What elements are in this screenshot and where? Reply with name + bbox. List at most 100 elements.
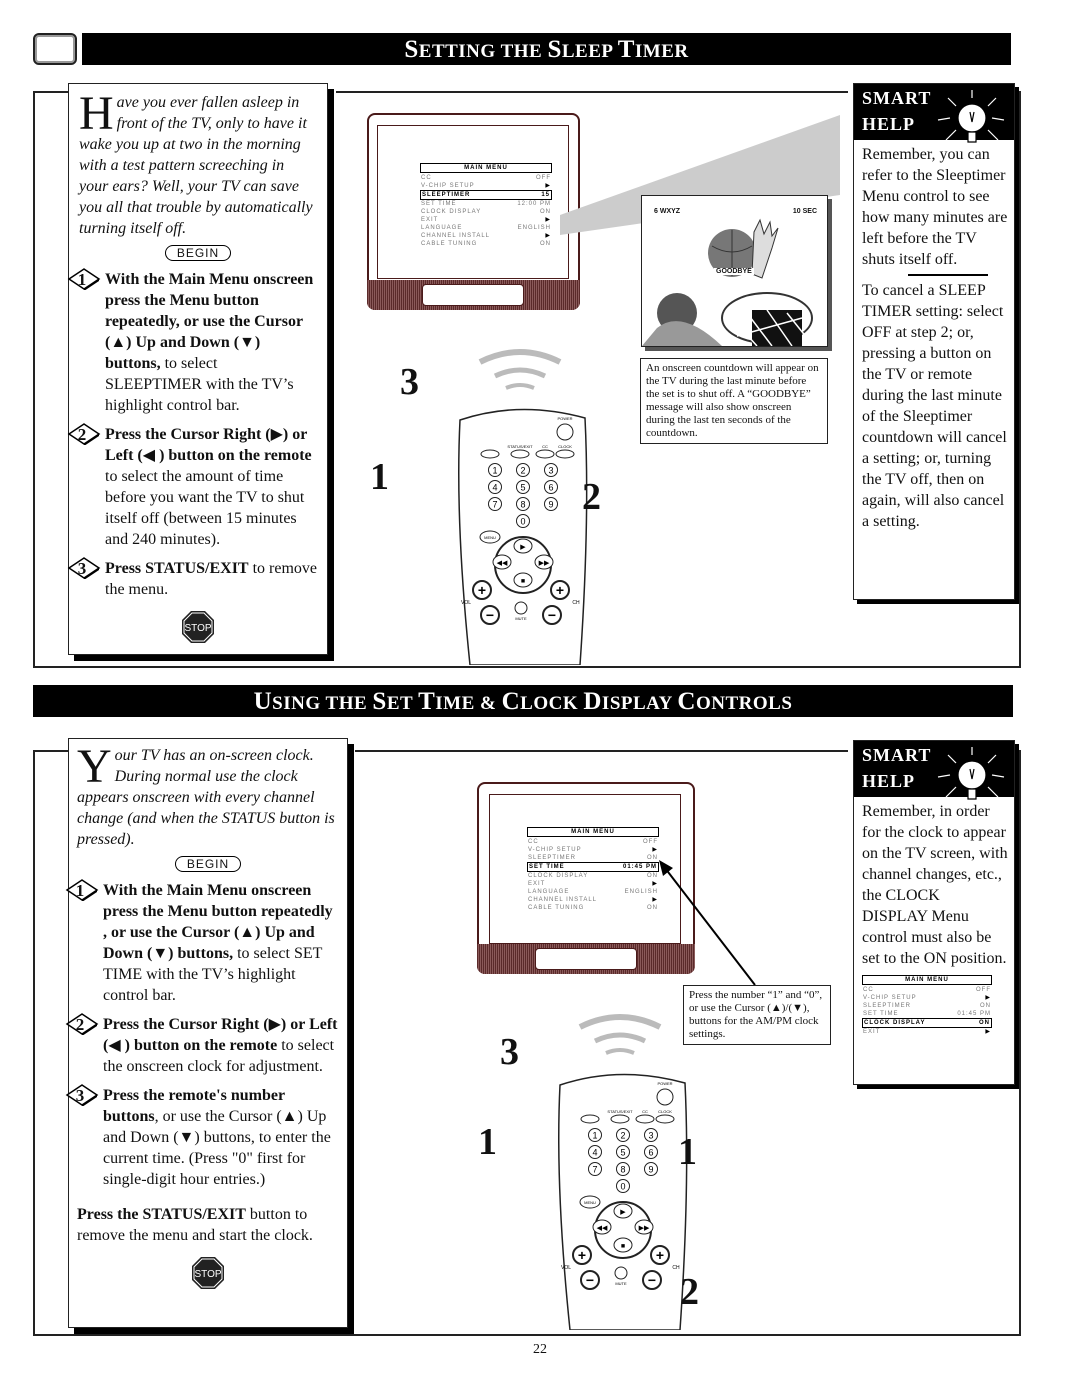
menu-row: CLOCK DISPLAY ON <box>421 209 551 215</box>
svg-text:0: 0 <box>520 517 525 527</box>
goodbye-message: GOODBYE <box>714 268 754 275</box>
menu-header: MAIN MENU <box>420 163 552 173</box>
begin-badge: BEGIN <box>165 245 231 261</box>
remote-button <box>555 449 575 459</box>
svg-text:MUTE: MUTE <box>615 1281 627 1286</box>
svg-text:■: ■ <box>521 578 525 585</box>
remote-control-illustration: POWER STATUS/EXIT CC CLOCK 1 2 3 4 5 6 7 8 9 0 MENU ▶ ◀◀… <box>540 1005 700 1331</box>
svg-text:MUTE: MUTE <box>515 616 527 621</box>
drop-cap: H <box>79 87 114 140</box>
menu-row: CLOCK DISPLAY ON <box>862 1018 992 1028</box>
clock-caption: Press the number “1” and “0”, or use the… <box>683 985 831 1045</box>
section-title-sleep-timer: SETTING THE SLEEP TIMER <box>82 33 1011 65</box>
instructions-panel: H ave you ever fallen asleep in front of… <box>67 83 328 655</box>
smart-help-subtitle: Help <box>862 114 916 134</box>
menu-row: SET TIME 01:45 PM <box>527 862 659 872</box>
svg-text:6: 6 <box>548 483 553 493</box>
remote-button <box>535 449 555 459</box>
menu-row: CHANNEL INSTALL ▶ <box>528 897 658 903</box>
step-number-badge: 2 <box>67 423 101 445</box>
help-text-1: Remember, you can refer to the Sleeptime… <box>862 146 1008 268</box>
svg-text:−: − <box>648 1272 656 1288</box>
step-card-3: 3 <box>400 361 419 403</box>
tv-main-menu: MAIN MENU CC OFF V-CHIP SETUP ▶ SLEEPTIMER ON S… <box>527 827 659 912</box>
pointer-arrow <box>659 860 756 986</box>
svg-text:STATUS/EXIT: STATUS/EXIT <box>507 444 533 449</box>
help-text-2: To cancel a SLEEP TIMER setting: select … <box>862 281 1007 530</box>
step-number-badge: 2 <box>65 1013 99 1035</box>
step-card-1: 1 <box>478 1121 497 1163</box>
menu-row: SET TIME 12:00 PM <box>421 201 551 207</box>
drop-cap: Y <box>77 740 112 793</box>
lightbulb-icon <box>937 90 1005 143</box>
svg-text:CC: CC <box>542 444 548 449</box>
svg-text:−: − <box>486 607 494 623</box>
svg-text:◀◀: ◀◀ <box>597 1225 608 1232</box>
menu-row: V-CHIP SETUP ▶ <box>863 995 991 1001</box>
step-1: 1 With the Main Menu onscreen press the M… <box>65 879 339 1006</box>
intro-body: ave you ever fallen asleep in front of t… <box>79 94 313 237</box>
menu-row: SLEEPTIMER ON <box>528 855 658 861</box>
menu-row: SLEEPTIMER 15 <box>420 190 552 200</box>
svg-text:MENU: MENU <box>584 1200 596 1205</box>
svg-text:+: + <box>478 582 486 598</box>
menu-row: CABLE TUNING ON <box>421 241 551 247</box>
step-card-2: 2 <box>680 1271 699 1313</box>
svg-text:■: ■ <box>621 1243 625 1250</box>
step-2: 2 Press the Cursor Right (▶) or Left (◀ )… <box>65 1013 339 1077</box>
svg-text:9: 9 <box>648 1165 653 1175</box>
menu-row: EXIT ▶ <box>421 217 551 223</box>
channel-label: 6 WXYZ <box>654 208 681 215</box>
step-number-badge: 1 <box>65 879 99 901</box>
svg-text:CLOCK: CLOCK <box>658 1109 672 1114</box>
lightbulb-icon <box>937 747 1005 800</box>
svg-text:▶: ▶ <box>620 1209 626 1216</box>
svg-text:0: 0 <box>620 1182 625 1192</box>
svg-text:2: 2 <box>520 466 525 476</box>
final-instruction: Press the STATUS/EXIT button to remove t… <box>77 1206 313 1244</box>
svg-text:+: + <box>556 582 564 598</box>
menu-row: LANGUAGE ENGLISH <box>421 225 551 231</box>
stop-icon: STOP <box>192 1257 224 1289</box>
smart-help-panel: Smart Help Remember, in order for the cl… <box>853 740 1015 1085</box>
intro-text: Y our TV has an on-screen clock. During … <box>77 740 339 850</box>
remote-button <box>480 449 500 459</box>
intro-text: H ave you ever fallen asleep in front of… <box>79 87 317 239</box>
title-text: USING THE SET TIME & CLOCK DISPLAY CONTR… <box>253 688 793 715</box>
tv-illustration: MAIN MENU CC OFF V-CHIP SETUP ▶ SLEEPTIMER 15 S… <box>367 113 580 310</box>
step-number-badge: 3 <box>65 1084 99 1106</box>
step-card-2: 2 <box>582 476 601 518</box>
svg-text:MENU: MENU <box>484 535 496 540</box>
svg-text:4: 4 <box>492 483 497 493</box>
smart-help-panel: Smart Help Remember, you can refer to th… <box>853 83 1015 600</box>
svg-text:7: 7 <box>492 500 497 510</box>
menu-row: LANGUAGE ENGLISH <box>528 889 658 895</box>
intro-body: our TV has an on-screen clock. During no… <box>77 747 335 848</box>
svg-text:8: 8 <box>520 500 525 510</box>
step-card-1: 1 <box>370 456 389 498</box>
step-3: 3 Press STATUS/EXIT to remove the menu. <box>67 557 317 600</box>
remote-button <box>580 1114 600 1124</box>
begin-badge: BEGIN <box>175 856 241 872</box>
svg-text:+: + <box>578 1247 586 1263</box>
svg-text:−: − <box>586 1272 594 1288</box>
menu-header: MAIN MENU <box>862 975 992 985</box>
remote-button <box>610 1114 630 1124</box>
menu-row: SET TIME 01:45 PM <box>863 1011 991 1017</box>
section-title-set-time: USING THE SET TIME & CLOCK DISPLAY CONTR… <box>33 685 1013 717</box>
svg-text:STOP: STOP <box>194 1269 221 1280</box>
step-3: 3 Press the remote's number buttons, or u… <box>65 1084 339 1190</box>
svg-text:2: 2 <box>620 1131 625 1141</box>
menu-row: SLEEPTIMER ON <box>863 1003 991 1009</box>
svg-text:VOL: VOL <box>561 1265 571 1271</box>
steps-list: 1 With the Main Menu onscreen press the M… <box>65 879 339 1190</box>
step-number-badge: 3 <box>67 557 101 579</box>
steps-list: 1 With the Main Menu onscreen press the M… <box>67 268 317 600</box>
svg-text:CH: CH <box>672 1265 680 1271</box>
svg-text:▶: ▶ <box>520 544 526 551</box>
basketball-player-image <box>642 218 813 346</box>
svg-text:1: 1 <box>492 466 497 476</box>
divider <box>908 274 988 276</box>
svg-text:7: 7 <box>592 1165 597 1175</box>
stop-icon: STOP <box>182 611 214 643</box>
